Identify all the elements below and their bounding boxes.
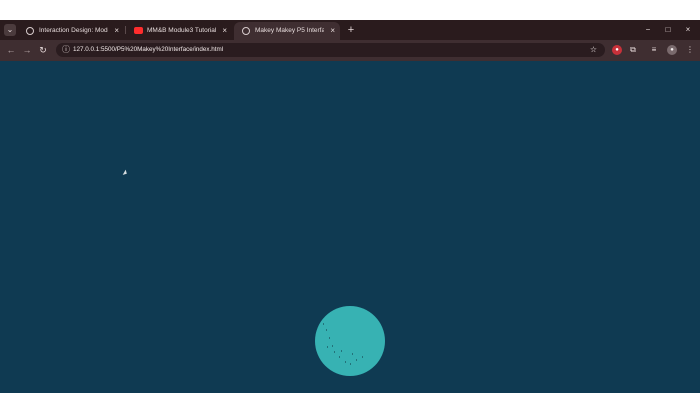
close-tab-icon[interactable]: × — [330, 22, 335, 40]
speck — [350, 363, 351, 365]
teal-circle — [315, 306, 385, 376]
tab-label: Makey Makey P5 Interface — [255, 27, 324, 34]
address-bar[interactable]: ⓘ 127.0.0.1:5500/P5%20Makey%20Interface/… — [56, 43, 605, 57]
top-margin — [0, 0, 700, 20]
speck — [362, 356, 363, 358]
speck — [329, 337, 330, 339]
speck — [345, 361, 346, 363]
globe-icon — [242, 27, 250, 35]
new-tab-button[interactable]: + — [345, 22, 357, 38]
menu-kebab-icon[interactable]: ⋮ — [684, 44, 696, 56]
maximize-button[interactable]: □ — [658, 22, 678, 38]
speck — [332, 345, 333, 347]
tab-search-button[interactable]: ⌄ — [4, 24, 16, 36]
close-tab-icon[interactable]: × — [114, 22, 119, 40]
site-info-icon[interactable]: ⓘ — [61, 45, 71, 55]
url-text[interactable]: 127.0.0.1:5500/P5%20Makey%20Interface/in… — [73, 43, 223, 57]
toolbar: ← → ↻ ⓘ 127.0.0.1:5500/P5%20Makey%20Inte… — [0, 40, 700, 61]
speck — [352, 353, 353, 355]
speck — [326, 329, 327, 331]
tab-interaction-design[interactable]: Interaction Design: Modelling × — [18, 22, 124, 40]
mouse-cursor-icon — [122, 169, 129, 177]
close-window-button[interactable]: × — [678, 22, 698, 38]
bookmark-star-icon[interactable]: ☆ — [590, 43, 597, 57]
back-icon[interactable]: ← — [4, 43, 18, 57]
reload-icon[interactable]: ↻ — [36, 43, 50, 57]
profile-avatar-icon[interactable]: ● — [667, 45, 677, 55]
forward-icon[interactable]: → — [20, 43, 34, 57]
extension-red-icon[interactable]: ● — [612, 45, 622, 55]
speck — [323, 323, 324, 325]
speck — [341, 350, 342, 352]
globe-icon — [26, 27, 34, 35]
p5-canvas[interactable] — [0, 61, 700, 393]
youtube-icon — [134, 27, 143, 34]
tab-label: Interaction Design: Modelling — [39, 27, 108, 34]
tab-strip: ⌄ Interaction Design: Modelling × MM&B M… — [0, 20, 700, 40]
tab-label: MM&B Module3 Tutorial1 - You — [147, 27, 216, 34]
bottom-margin — [0, 393, 700, 415]
minimize-button[interactable]: − — [638, 22, 658, 38]
browser-chrome: ⌄ Interaction Design: Modelling × MM&B M… — [0, 20, 700, 61]
extensions-puzzle-icon[interactable]: ⧉ — [627, 44, 639, 56]
media-icon[interactable]: ≡ — [648, 44, 660, 56]
speck — [339, 356, 340, 358]
speck — [327, 346, 328, 348]
close-tab-icon[interactable]: × — [222, 22, 227, 40]
tab-mmb-module3[interactable]: MM&B Module3 Tutorial1 - You × — [126, 22, 232, 40]
tab-makey-makey[interactable]: Makey Makey P5 Interface × — [234, 22, 340, 40]
speck — [334, 351, 335, 353]
speck — [356, 359, 357, 361]
